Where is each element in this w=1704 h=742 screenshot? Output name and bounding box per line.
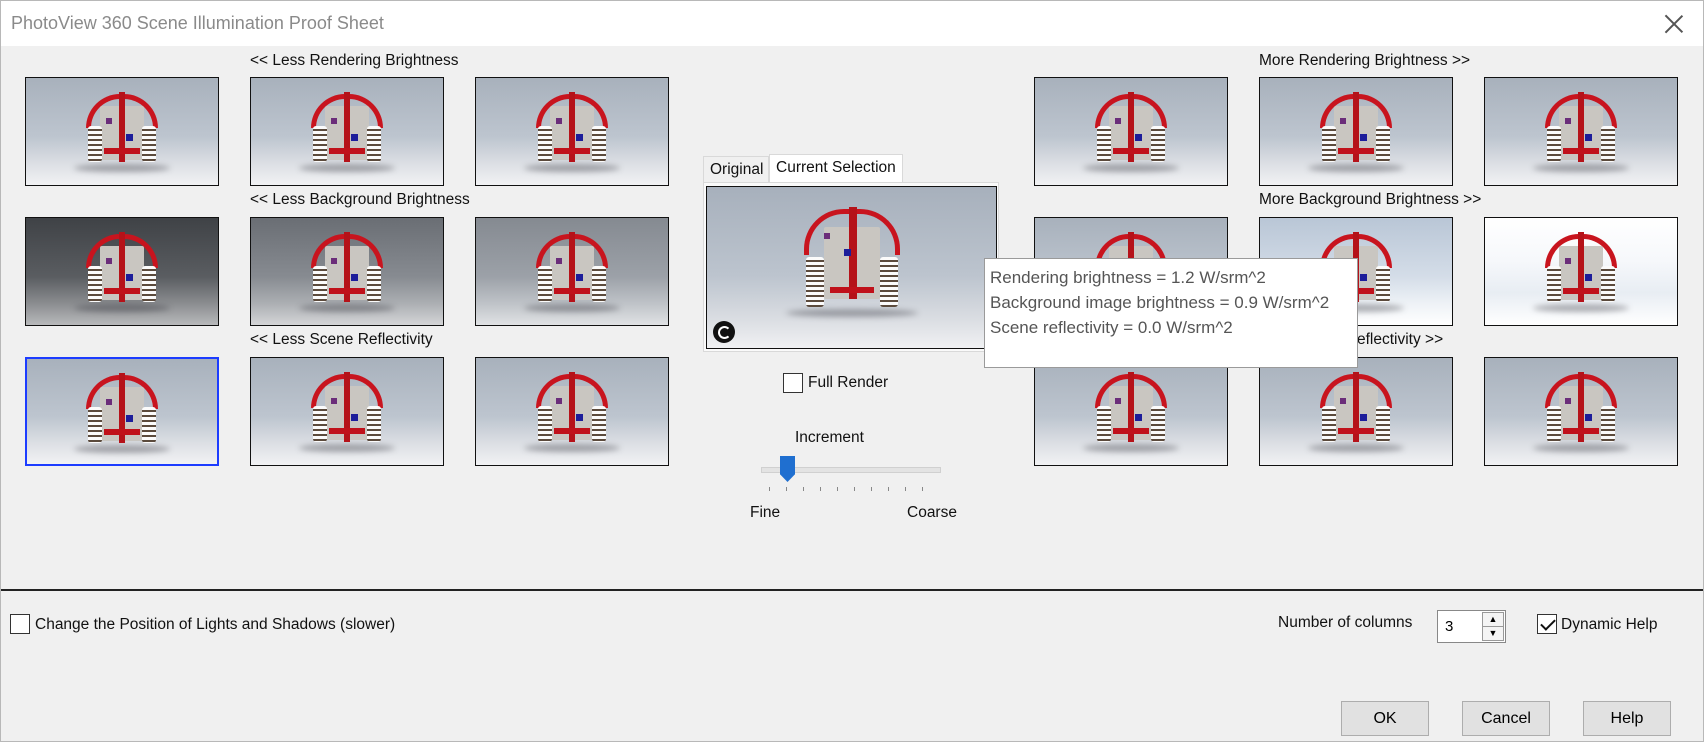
slider-tick <box>803 487 804 491</box>
lights-shadows-label: Change the Position of Lights and Shadow… <box>35 616 396 633</box>
ok-button[interactable]: OK <box>1341 701 1429 736</box>
more-rendering-label: More Rendering Brightness >> <box>1259 52 1471 69</box>
refresh-icon[interactable] <box>713 321 735 343</box>
increment-slider-thumb[interactable] <box>780 456 795 482</box>
tooltip-scene-reflectivity: Scene reflectivity = 0.0 W/srm^2 <box>990 318 1233 337</box>
slider-tick <box>769 487 770 491</box>
robot-render <box>74 230 170 316</box>
slider-tick <box>871 487 872 491</box>
thumbnail-more-reflectivity-2[interactable] <box>1259 357 1453 466</box>
increment-max-label: Coarse <box>907 504 957 521</box>
robot-render <box>524 370 620 456</box>
robot-render <box>524 90 620 176</box>
robot-render <box>74 90 170 176</box>
columns-value[interactable]: 3 <box>1445 618 1453 635</box>
preview-image <box>706 186 997 349</box>
slider-tick <box>854 487 855 491</box>
thumbnail-more-rendering-3[interactable] <box>1484 77 1678 186</box>
thumbnail-less-background-2[interactable] <box>250 217 444 326</box>
window-title: PhotoView 360 Scene Illumination Proof S… <box>11 13 384 33</box>
slider-tick <box>922 487 923 491</box>
thumbnail-less-reflectivity-3[interactable] <box>475 357 669 466</box>
less-background-label: << Less Background Brightness <box>250 191 470 208</box>
robot-render <box>785 205 918 323</box>
dynamic-help-checkbox[interactable] <box>1537 614 1557 634</box>
robot-render <box>524 230 620 316</box>
more-reflectivity-label: eflectivity >> <box>1357 331 1444 348</box>
robot-render <box>299 230 395 316</box>
robot-render <box>1533 90 1629 176</box>
help-button[interactable]: Help <box>1583 701 1671 736</box>
full-render-label: Full Render <box>808 374 889 391</box>
thumbnail-less-rendering-2[interactable] <box>250 77 444 186</box>
robot-render <box>1083 90 1179 176</box>
less-reflectivity-label: << Less Scene Reflectivity <box>250 331 433 348</box>
thumbnail-less-reflectivity-2[interactable] <box>250 357 444 466</box>
tooltip-background-brightness: Background image brightness = 0.9 W/srm^… <box>990 293 1330 312</box>
tooltip-rendering-brightness: Rendering brightness = 1.2 W/srm^2 <box>990 268 1266 287</box>
thumbnail-less-background-1[interactable] <box>25 217 219 326</box>
thumbnail-more-background-3[interactable] <box>1484 217 1678 326</box>
thumbnail-less-background-3[interactable] <box>475 217 669 326</box>
close-icon[interactable] <box>1659 9 1689 39</box>
thumbnail-more-rendering-1[interactable] <box>1034 77 1228 186</box>
dynamic-help-label: Dynamic Help <box>1561 616 1658 633</box>
slider-tick <box>786 487 787 491</box>
robot-render <box>1308 370 1404 456</box>
robot-render <box>1308 90 1404 176</box>
slider-tick <box>905 487 906 491</box>
less-rendering-label: << Less Rendering Brightness <box>250 52 459 69</box>
more-background-label: More Background Brightness >> <box>1259 191 1482 208</box>
thumbnail-less-rendering-3[interactable] <box>475 77 669 186</box>
proof-sheet-dialog: PhotoView 360 Scene Illumination Proof S… <box>0 0 1704 742</box>
full-render-checkbox[interactable] <box>783 373 803 393</box>
thumbnail-more-reflectivity-1[interactable] <box>1034 357 1228 466</box>
thumbnail-less-rendering-1[interactable] <box>25 77 219 186</box>
cancel-button[interactable]: Cancel <box>1462 701 1550 736</box>
columns-spinner[interactable]: 3 ▲ ▼ <box>1437 610 1506 643</box>
increment-min-label: Fine <box>750 504 781 521</box>
thumbnail-less-reflectivity-1[interactable] <box>25 357 219 466</box>
spin-down-icon[interactable]: ▼ <box>1482 626 1504 641</box>
robot-render <box>74 371 170 457</box>
robot-render <box>1533 230 1629 316</box>
title-bar: PhotoView 360 Scene Illumination Proof S… <box>1 1 1703 46</box>
selection-tooltip: Rendering brightness = 1.2 W/srm^2 Backg… <box>984 258 1358 368</box>
robot-render <box>1533 370 1629 456</box>
slider-tick <box>888 487 889 491</box>
slider-tick <box>820 487 821 491</box>
thumbnail-more-reflectivity-3[interactable] <box>1484 357 1678 466</box>
robot-render <box>299 90 395 176</box>
columns-label: Number of columns <box>1278 614 1413 631</box>
divider <box>1 589 1703 591</box>
increment-label: Increment <box>795 429 864 446</box>
spin-up-icon[interactable]: ▲ <box>1482 612 1504 627</box>
thumbnail-more-rendering-2[interactable] <box>1259 77 1453 186</box>
robot-render <box>299 370 395 456</box>
tab-original[interactable]: Original <box>703 156 769 183</box>
slider-tick <box>837 487 838 491</box>
tab-current-selection[interactable]: Current Selection <box>769 154 903 183</box>
robot-render <box>1083 370 1179 456</box>
lights-shadows-checkbox[interactable] <box>10 614 30 634</box>
